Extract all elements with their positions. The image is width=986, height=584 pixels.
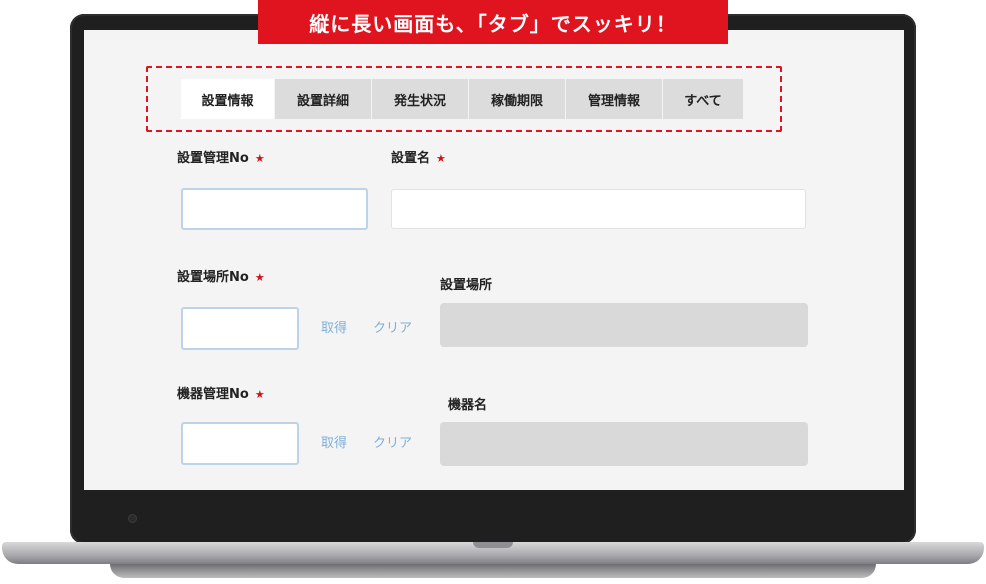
required-mark: ★ [436,152,446,165]
tab-install-detail[interactable]: 設置詳細 [275,79,372,119]
location-no-label-text: 設置場所No [177,270,249,285]
webcam-icon [128,514,137,523]
device-mgmt-no-label-text: 機器管理No [177,387,249,402]
location-readonly-field [440,303,808,347]
laptop-base-shadow [110,564,876,578]
device-fetch-link[interactable]: 取得 [321,432,347,451]
location-fetch-link[interactable]: 取得 [321,317,347,336]
install-name-label: 設置名 ★ [391,147,446,166]
required-mark: ★ [254,271,265,284]
device-mgmt-no-input[interactable] [181,422,299,465]
install-mgmt-no-label: 設置管理No ★ [177,147,265,166]
device-name-readonly-field [440,422,808,466]
laptop-notch [473,542,513,548]
device-mgmt-no-label: 機器管理No ★ [177,383,265,402]
tab-occurrence[interactable]: 発生状況 [372,79,469,119]
location-no-input[interactable] [181,307,299,350]
device-clear-link[interactable]: クリア [373,432,412,451]
screen: 設置情報 設置詳細 発生状況 稼働期限 管理情報 すべて 設置管理No ★ 設置名… [84,30,904,490]
location-clear-link[interactable]: クリア [373,317,412,336]
required-mark: ★ [254,152,265,165]
tab-operation-period[interactable]: 稼働期限 [469,79,566,119]
install-name-label-text: 設置名 [391,151,431,166]
tab-bar: 設置情報 設置詳細 発生状況 稼働期限 管理情報 すべて [181,79,743,119]
required-mark: ★ [254,388,265,401]
install-mgmt-no-input[interactable] [181,188,368,230]
location-label: 設置場所 [440,278,493,293]
tab-all[interactable]: すべて [663,79,743,119]
tab-management-info[interactable]: 管理情報 [566,79,663,119]
promo-banner: 縦に長い画面も、「タブ」でスッキリ！ [258,0,728,44]
device-name-label: 機器名 [448,398,488,413]
tab-install-info[interactable]: 設置情報 [181,79,275,119]
install-name-input[interactable] [391,189,806,229]
install-mgmt-no-label-text: 設置管理No [177,151,249,166]
location-no-label: 設置場所No ★ [177,266,265,285]
